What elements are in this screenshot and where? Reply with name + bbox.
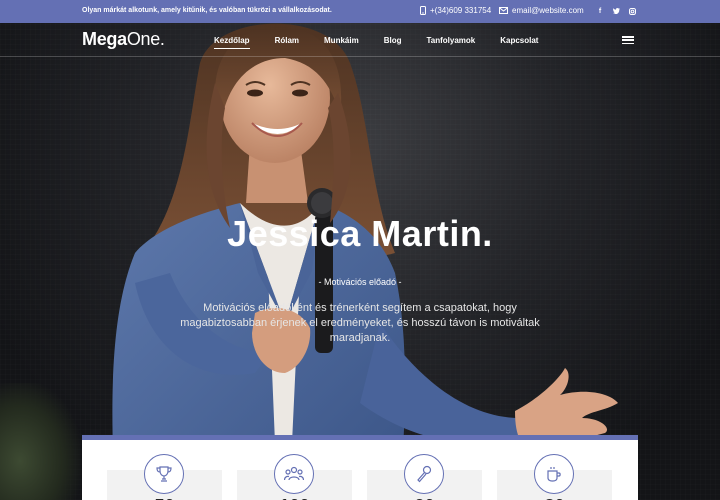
nav-item-rolam[interactable]: Rólam xyxy=(275,36,299,49)
facebook-icon[interactable]: f xyxy=(596,5,604,17)
main-navbar: MegaOne. Kezdőlap Rólam Munkáim Blog Tan… xyxy=(0,23,720,57)
nav-item-munkaim[interactable]: Munkáim xyxy=(324,36,359,49)
phone-contact[interactable]: +(34)609 331754 xyxy=(420,6,491,15)
hero-description: Motivációs előadóként és trénerként segí… xyxy=(180,302,540,344)
instagram-icon[interactable] xyxy=(628,5,636,17)
stat-value: 100 xyxy=(237,496,352,500)
coffee-icon xyxy=(534,454,574,494)
nav-item-blog[interactable]: Blog xyxy=(384,36,402,49)
phone-icon xyxy=(420,6,426,15)
microphone-icon xyxy=(404,454,444,494)
nav-item-kapcsolat[interactable]: Kapcsolat xyxy=(500,36,538,49)
logo-light: One. xyxy=(126,29,165,49)
tagline: Olyan márkát alkotunk, amely kitűnik, és… xyxy=(82,7,332,14)
hero-subtitle: - Motivációs előadó - xyxy=(318,277,402,287)
trophy-icon xyxy=(144,454,184,494)
stat-value: 80 xyxy=(497,496,612,500)
phone-number[interactable]: +(34)609 331754 xyxy=(430,6,491,15)
social-links: f xyxy=(596,5,636,17)
team-icon xyxy=(274,454,314,494)
nav-menu: Kezdőlap Rólam Munkáim Blog Tanfolyamok … xyxy=(214,36,563,49)
stat-value: 20 xyxy=(367,496,482,500)
hamburger-menu-icon[interactable] xyxy=(622,36,634,44)
logo-bold: Mega xyxy=(82,29,127,49)
envelope-icon xyxy=(499,7,508,14)
twitter-icon[interactable] xyxy=(612,5,620,17)
email-contact[interactable]: email@website.com xyxy=(499,6,584,15)
logo[interactable]: MegaOne. xyxy=(82,29,165,50)
hero-title: Jessica Martin. xyxy=(227,213,493,254)
speaker-photo xyxy=(112,23,618,500)
top-bar: Olyan márkát alkotunk, amely kitűnik, és… xyxy=(0,0,720,23)
hero-section: Jessica Martin. - Motivációs előadó - Mo… xyxy=(0,23,720,500)
stats-section: 50 100 20 80 xyxy=(82,435,638,500)
nav-item-kezdolap[interactable]: Kezdőlap xyxy=(214,36,250,49)
email-address[interactable]: email@website.com xyxy=(512,6,584,15)
stat-value: 50 xyxy=(107,496,222,500)
nav-item-tanfolyamok[interactable]: Tanfolyamok xyxy=(426,36,475,49)
